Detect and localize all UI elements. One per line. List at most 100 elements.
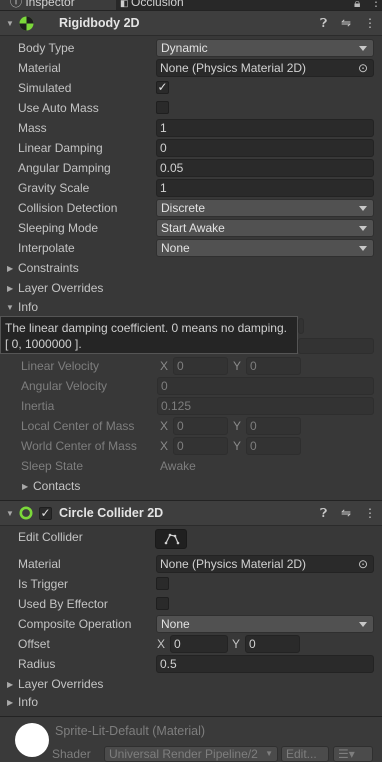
linear-velocity-label: Linear Velocity bbox=[21, 359, 100, 373]
composite-operation-dropdown[interactable]: None bbox=[156, 615, 374, 633]
body-type-label: Body Type bbox=[18, 41, 75, 55]
material-section: Sprite-Lit-Default (Material) Shader Uni… bbox=[0, 717, 382, 762]
contacts-foldout[interactable]: Contacts bbox=[33, 479, 80, 493]
sleeping-mode-dropdown[interactable]: Start Awake bbox=[156, 219, 374, 237]
use-auto-mass-checkbox[interactable] bbox=[156, 101, 169, 114]
x-label: X bbox=[160, 359, 169, 373]
simulated-checkbox[interactable]: ✓ bbox=[156, 81, 169, 94]
shader-options-button[interactable]: ☰▾ bbox=[333, 746, 373, 762]
y-label: Y bbox=[233, 359, 242, 373]
y-label[interactable]: Y bbox=[232, 637, 240, 651]
presets-icon[interactable]: ⇋ bbox=[341, 16, 351, 30]
mass-field[interactable]: 1 bbox=[156, 119, 374, 137]
angular-damping-field[interactable]: 0.05 bbox=[156, 159, 374, 177]
material-field[interactable]: None (Physics Material 2D) ⊙ bbox=[156, 555, 374, 573]
used-by-effector-checkbox[interactable] bbox=[156, 597, 169, 610]
is-trigger-checkbox[interactable] bbox=[156, 577, 169, 590]
dropdown-arrow-icon bbox=[359, 206, 367, 211]
material-label: Material bbox=[18, 61, 61, 75]
linear-velocity-x-field: 0 bbox=[173, 357, 228, 375]
dropdown-arrow-icon bbox=[359, 246, 367, 251]
component-menu-icon[interactable]: ⋮ bbox=[364, 506, 376, 520]
material-name: Sprite-Lit-Default (Material) bbox=[55, 724, 206, 738]
shader-dropdown[interactable]: Universal Render Pipeline/2 ▼ bbox=[104, 746, 278, 762]
x-label[interactable]: X bbox=[157, 637, 165, 651]
angular-velocity-field: 0 bbox=[157, 377, 374, 395]
local-com-y-field: 0 bbox=[246, 417, 301, 435]
expand-arrow-icon[interactable]: ▶ bbox=[7, 698, 13, 707]
use-auto-mass-label: Use Auto Mass bbox=[18, 101, 99, 115]
radius-label: Radius bbox=[18, 657, 56, 671]
local-com-x-field: 0 bbox=[173, 417, 228, 435]
tab-bar: ⓘ Inspector ◧ Occlusion 🔒︎ ⋮ bbox=[0, 0, 382, 10]
object-picker-icon[interactable]: ⊙ bbox=[358, 556, 368, 572]
linear-damping-label: Linear Damping bbox=[18, 141, 103, 155]
gravity-scale-field[interactable]: 1 bbox=[156, 179, 374, 197]
expand-arrow-icon[interactable]: ▶ bbox=[7, 284, 13, 293]
dropdown-arrow-icon bbox=[359, 226, 367, 231]
help-icon[interactable]: ❓︎ bbox=[320, 16, 327, 31]
collision-detection-label: Collision Detection bbox=[18, 201, 118, 215]
y-label: Y bbox=[233, 419, 242, 433]
world-com-y-field: 0 bbox=[246, 437, 301, 455]
y-label: Y bbox=[233, 439, 242, 453]
linear-damping-field[interactable]: 0 bbox=[156, 139, 374, 157]
tooltip: The linear damping coefficient. 0 means … bbox=[0, 316, 298, 354]
radius-field[interactable]: 0.5 bbox=[156, 655, 374, 673]
edit-collider-icon bbox=[164, 533, 180, 545]
checkmark-icon: ✓ bbox=[157, 80, 168, 94]
material-field[interactable]: None (Physics Material 2D) ⊙ bbox=[156, 59, 374, 77]
rigidbody-icon bbox=[19, 16, 34, 31]
dropdown-arrow-icon bbox=[359, 622, 367, 627]
collapse-arrow-icon[interactable]: ▼ bbox=[6, 303, 14, 312]
expand-arrow-icon[interactable]: ▶ bbox=[7, 264, 13, 273]
help-icon[interactable]: ❓︎ bbox=[320, 506, 327, 521]
presets-icon[interactable]: ⇋ bbox=[341, 506, 351, 520]
x-label: X bbox=[160, 439, 169, 453]
collision-detection-dropdown[interactable]: Discrete bbox=[156, 199, 374, 217]
interpolate-label: Interpolate bbox=[18, 241, 75, 255]
info-icon: ⓘ bbox=[10, 0, 26, 9]
component-title: Circle Collider 2D bbox=[59, 506, 164, 520]
interpolate-dropdown[interactable]: None bbox=[156, 239, 374, 257]
edit-collider-button[interactable] bbox=[155, 529, 187, 549]
composite-operation-label: Composite Operation bbox=[18, 617, 132, 631]
component-enabled-checkbox[interactable]: ✓ bbox=[39, 507, 52, 520]
tab-occlusion[interactable]: ◧ Occlusion bbox=[120, 0, 184, 10]
constraints-foldout[interactable]: Constraints bbox=[18, 261, 79, 275]
lock-icon[interactable]: 🔒︎ bbox=[354, 0, 360, 10]
edit-collider-label: Edit Collider bbox=[18, 530, 83, 544]
is-trigger-label: Is Trigger bbox=[18, 577, 69, 591]
mass-label: Mass bbox=[18, 121, 47, 135]
offset-y-field[interactable]: 0 bbox=[245, 635, 300, 653]
material-preview-icon[interactable] bbox=[15, 723, 49, 757]
component-title: Rigidbody 2D bbox=[59, 16, 140, 30]
sleeping-mode-label: Sleeping Mode bbox=[18, 221, 99, 235]
used-by-effector-label: Used By Effector bbox=[18, 597, 108, 611]
layer-overrides-foldout[interactable]: Layer Overrides bbox=[18, 281, 103, 295]
inertia-label: Inertia bbox=[21, 399, 55, 413]
more-menu-icon[interactable]: ⋮ bbox=[370, 0, 382, 9]
layer-overrides-foldout[interactable]: Layer Overrides bbox=[18, 677, 103, 691]
object-picker-icon[interactable]: ⊙ bbox=[358, 60, 368, 76]
component-menu-icon[interactable]: ⋮ bbox=[364, 16, 376, 30]
x-label: X bbox=[160, 419, 169, 433]
expand-arrow-icon[interactable]: ▶ bbox=[22, 482, 28, 491]
offset-x-field[interactable]: 0 bbox=[170, 635, 228, 653]
sleep-state-label: Sleep State bbox=[21, 459, 84, 473]
collapse-arrow-icon[interactable]: ▼ bbox=[6, 19, 14, 28]
tab-inspector[interactable]: ⓘ Inspector bbox=[0, 0, 116, 10]
circle-collider-header[interactable]: ▼ ✓ Circle Collider 2D ❓︎ ⇋ ⋮ bbox=[0, 500, 382, 526]
collapse-arrow-icon[interactable]: ▼ bbox=[6, 509, 14, 518]
edit-shader-button[interactable]: Edit... bbox=[281, 746, 329, 762]
body-type-dropdown[interactable]: Dynamic bbox=[156, 39, 374, 57]
info-foldout[interactable]: Info bbox=[18, 300, 38, 314]
info-foldout[interactable]: Info bbox=[18, 695, 38, 709]
hidden-field bbox=[298, 338, 374, 354]
expand-arrow-icon[interactable]: ▶ bbox=[7, 680, 13, 689]
occlusion-icon: ◧ bbox=[120, 0, 132, 8]
circle-collider-icon bbox=[19, 506, 33, 520]
rigidbody-header[interactable]: ▼ Rigidbody 2D ❓︎ ⇋ ⋮ bbox=[0, 10, 382, 36]
world-center-of-mass-label: World Center of Mass bbox=[21, 439, 137, 453]
angular-damping-label: Angular Damping bbox=[18, 161, 111, 175]
